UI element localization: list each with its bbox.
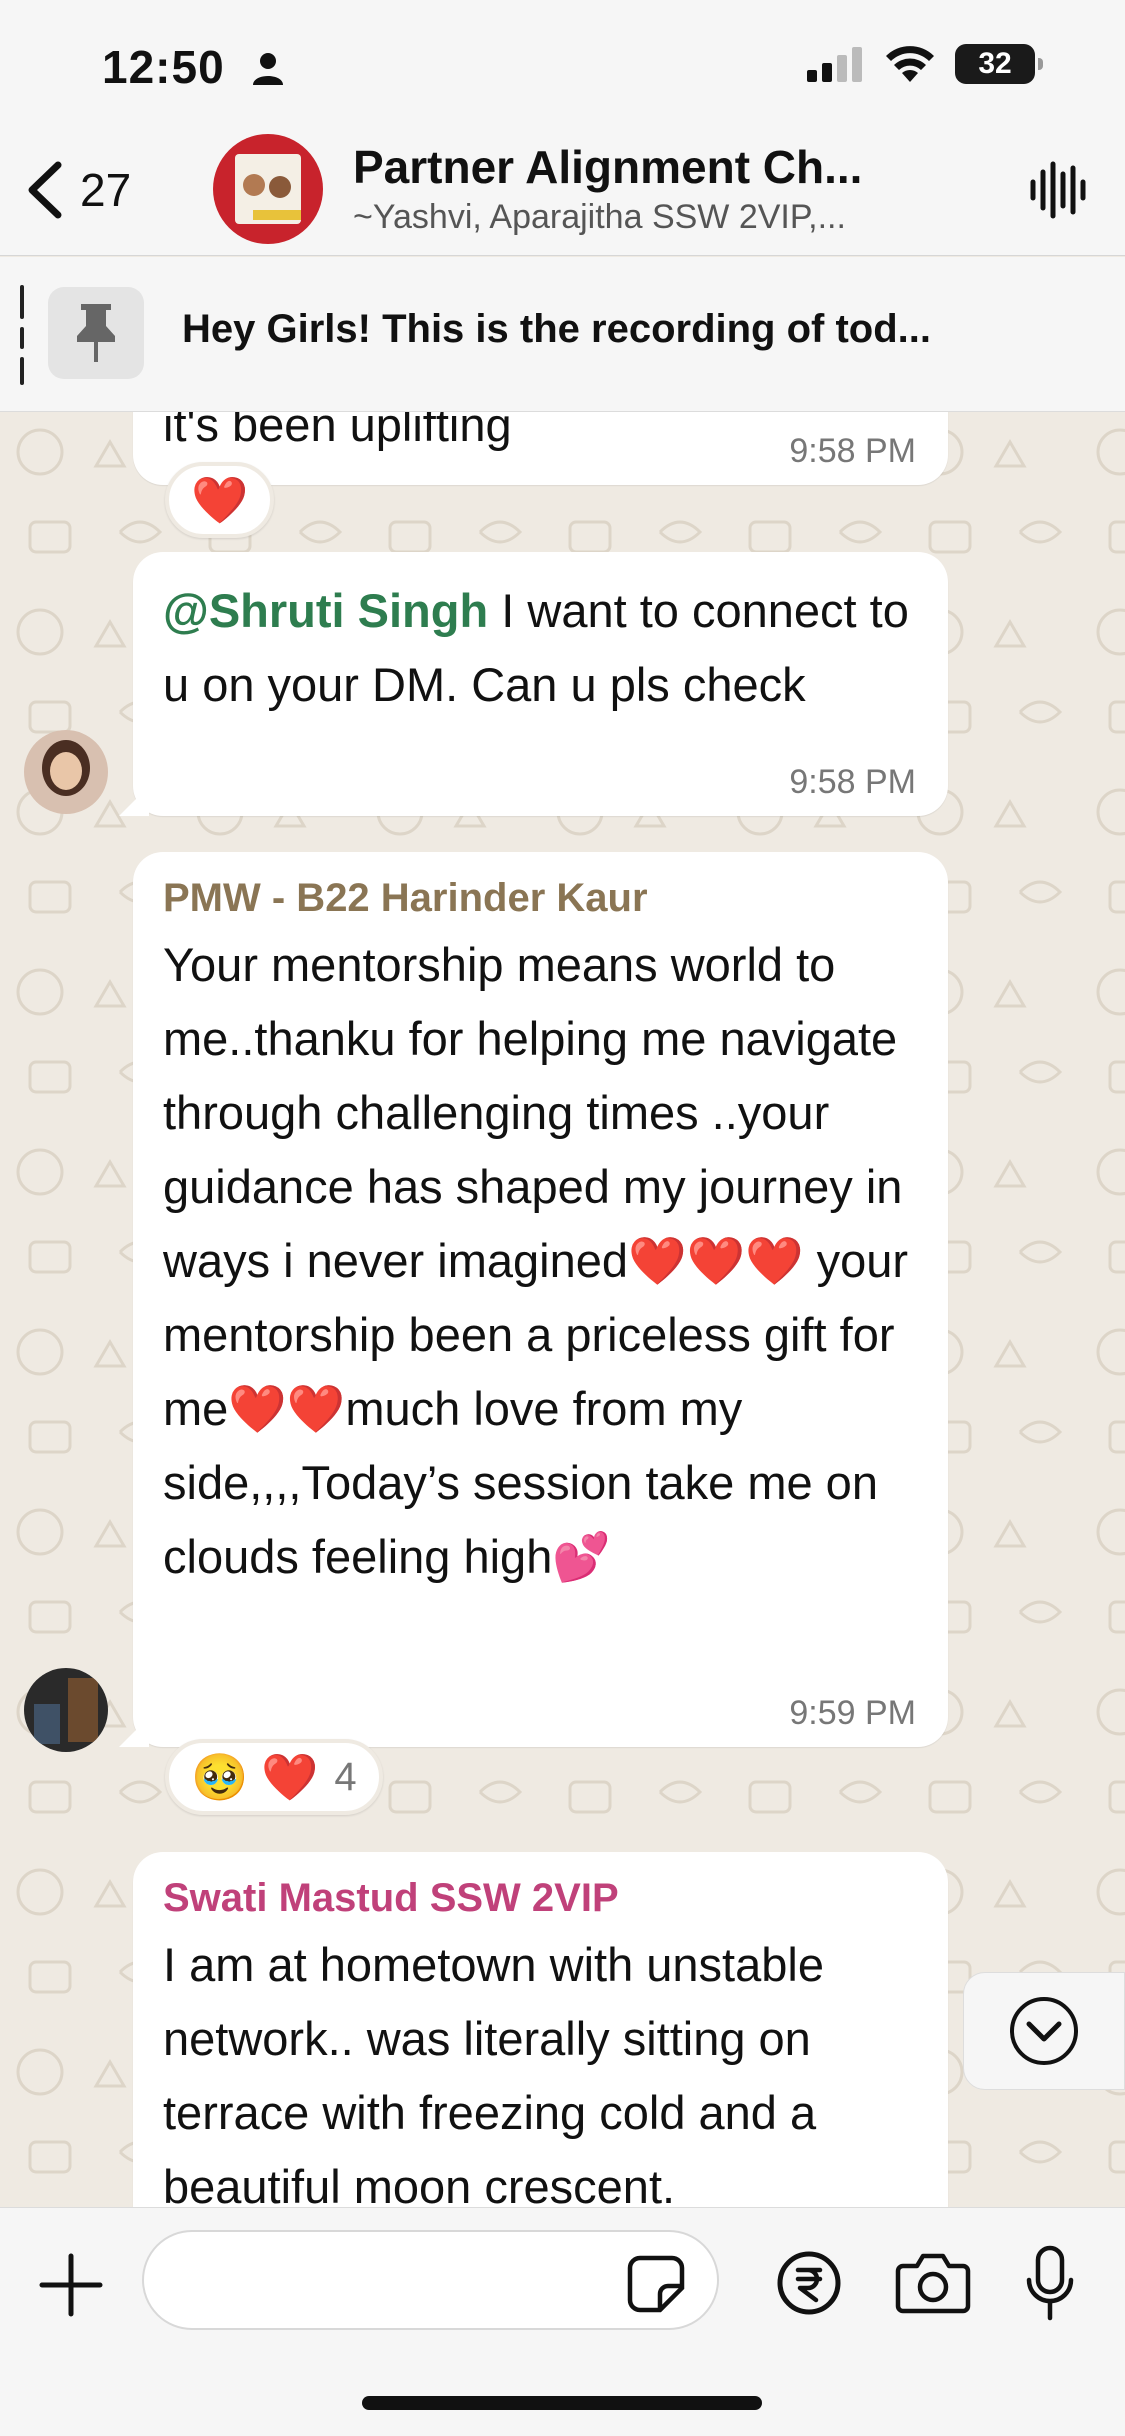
reaction-count: 4: [334, 1754, 357, 1799]
scroll-to-bottom-button[interactable]: [963, 1972, 1125, 2090]
message-bubble[interactable]: PMW - B22 Harinder Kaur Your mentorship …: [119, 852, 948, 1747]
sender-name[interactable]: Swati Mastud SSW 2VIP: [163, 1874, 918, 1922]
chevron-left-icon: [28, 161, 62, 219]
microphone-icon: [1026, 2245, 1074, 2321]
rupee-icon: [777, 2251, 841, 2315]
waveform-icon: [1030, 161, 1086, 219]
message-reactions[interactable]: ❤️: [165, 462, 275, 538]
pin-icon-box: [48, 287, 144, 379]
status-icons: 32: [807, 44, 1043, 84]
cellular-signal-icon: [807, 47, 862, 82]
sender-name[interactable]: PMW - B22 Harinder Kaur: [163, 874, 918, 922]
reaction-emoji: 🥹 ❤️: [191, 1750, 319, 1803]
camera-button[interactable]: [895, 2250, 971, 2321]
voice-chat-button[interactable]: [1029, 160, 1087, 225]
person-icon: [250, 50, 286, 91]
chevron-down-icon: [1010, 1997, 1078, 2065]
home-indicator: [362, 2396, 762, 2410]
message-reactions[interactable]: 🥹 ❤️ 4: [165, 1739, 383, 1815]
wifi-icon: [886, 46, 934, 82]
microphone-button[interactable]: [1024, 2244, 1076, 2329]
message-text: Your mentorship means world to me..thank…: [163, 938, 909, 1583]
group-title[interactable]: Partner Alignment Ch...: [353, 140, 933, 194]
mention[interactable]: @Shruti Singh: [163, 584, 488, 637]
back-button[interactable]: 27: [22, 150, 131, 230]
pinned-message-banner[interactable]: Hey Girls! This is the recording of tod.…: [0, 257, 1125, 412]
status-bar: 12:50 32: [0, 0, 1125, 130]
composer-bar: [0, 2207, 1125, 2436]
group-avatar[interactable]: [213, 134, 323, 244]
unread-count: 27: [80, 164, 132, 216]
message-time: 9:59 PM: [789, 1694, 916, 1732]
sticker-button[interactable]: [626, 2254, 686, 2319]
sender-avatar[interactable]: [24, 730, 108, 814]
sender-avatar[interactable]: [24, 1668, 108, 1752]
camera-icon: [895, 2253, 971, 2314]
group-members[interactable]: ~Yashvi, Aparajitha SSW 2VIP,...: [353, 198, 933, 237]
sticker-icon: [627, 2255, 685, 2313]
message-time: 9:58 PM: [789, 763, 916, 801]
message-bubble[interactable]: @Shruti Singh I want to connect to u on …: [119, 552, 948, 816]
message-bubble[interactable]: Swati Mastud SSW 2VIP I am at hometown w…: [133, 1852, 948, 2207]
reaction-emoji: ❤️: [191, 473, 249, 526]
battery-indicator: 32: [955, 44, 1043, 84]
chat-header: 27 Partner Alignment Ch... ~Yashvi, Apar…: [0, 130, 1125, 256]
pinned-message-text: Hey Girls! This is the recording of tod.…: [182, 307, 931, 351]
pin-indicator: [20, 285, 24, 385]
status-time: 12:50: [102, 41, 225, 93]
battery-level: 32: [978, 47, 1012, 80]
message-text: I am at hometown with unstable network..…: [163, 1938, 824, 2207]
message-time: 9:58 PM: [789, 432, 916, 470]
attach-button[interactable]: [38, 2252, 104, 2323]
plus-icon: [39, 2253, 103, 2317]
message-list[interactable]: it's been uplifting 9:58 PM ❤️ @Shruti S…: [0, 412, 1125, 2207]
payment-button[interactable]: [776, 2250, 842, 2321]
pin-icon: [77, 304, 115, 362]
message-text: @Shruti Singh I want to connect to u on …: [163, 584, 909, 711]
